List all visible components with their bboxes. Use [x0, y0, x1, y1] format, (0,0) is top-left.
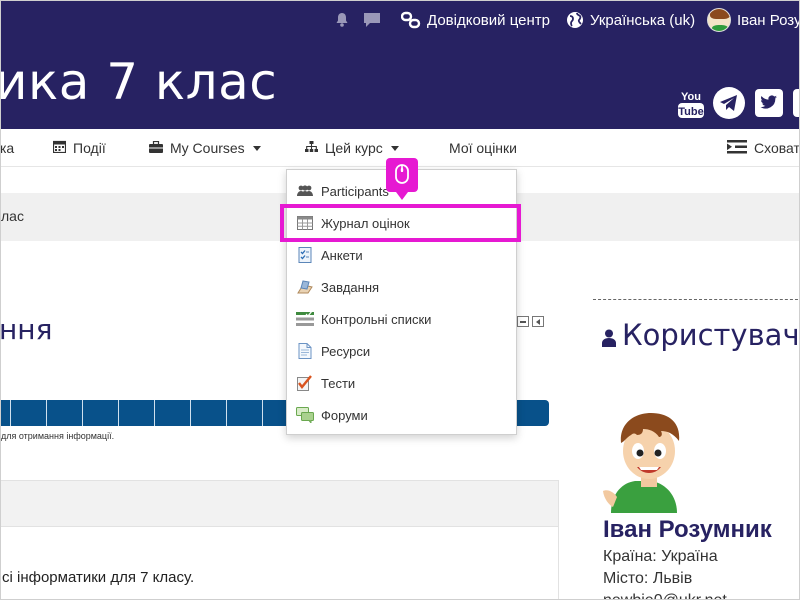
calendar-icon: [52, 140, 73, 156]
link-icon: [401, 11, 421, 29]
indent-icon: [727, 139, 754, 157]
nav-item-hide-blocks[interactable]: Сховат: [727, 129, 800, 167]
menu-item-label: Завдання: [321, 279, 380, 295]
nav-item-my-grades[interactable]: Мої оцінки: [449, 129, 517, 167]
survey-icon: [296, 247, 314, 263]
user-menu[interactable]: Іван Розу: [707, 1, 800, 39]
language-menu[interactable]: Українська (uk): [566, 1, 695, 39]
nav-item-events[interactable]: Події: [52, 129, 106, 167]
assignment-icon: [296, 279, 314, 295]
page: Довідковий центр Українська (uk) Іван Ро…: [0, 0, 800, 600]
svg-text:You: You: [681, 91, 701, 103]
notifications-button[interactable]: [334, 1, 350, 39]
sidebar-divider: [593, 299, 799, 300]
progress-cell-divider: [46, 400, 47, 426]
user-country: Країна: Україна: [603, 548, 718, 565]
progress-cell-divider: [226, 400, 227, 426]
menu-item-resources[interactable]: Ресурси: [287, 335, 516, 367]
panel-header: [1, 481, 558, 527]
chevron-down-icon: [390, 145, 399, 151]
collapse-block-button[interactable]: [517, 316, 529, 327]
progress-cell-divider: [118, 400, 119, 426]
mouse-click-indicator: [386, 158, 418, 200]
language-label: Українська (uk): [590, 11, 696, 29]
user-name: Іван Розу: [737, 11, 800, 29]
progress-cell-divider: [82, 400, 83, 426]
menu-item-checklists[interactable]: Контрольні списки: [287, 303, 516, 335]
user-block-title: Користувач: [602, 313, 800, 357]
sitemap-icon: [305, 140, 325, 156]
help-center-label: Довідковий центр: [427, 11, 550, 29]
checklist-icon: [296, 311, 314, 327]
quiz-icon: [296, 375, 314, 391]
site-header: ика 7 клас You Tube: [0, 39, 799, 129]
user-city: Місто: Львів: [603, 570, 693, 587]
users-icon: [296, 183, 314, 199]
menu-item-label: Анкети: [321, 247, 363, 263]
user-avatar: [603, 411, 699, 513]
menu-item-surveys[interactable]: Анкети: [287, 239, 516, 271]
twitter-icon: [755, 88, 783, 122]
messages-button[interactable]: [363, 1, 381, 39]
nav-item-this-course[interactable]: Цей курс: [305, 129, 399, 167]
facebook-icon: [793, 88, 799, 122]
nav-item-label: Сховат: [754, 140, 800, 156]
chat-icon: [363, 12, 381, 28]
resource-icon: [296, 343, 314, 359]
click-highlight: [280, 204, 521, 242]
course-description: сі інформатики для 7 класу.: [2, 569, 195, 586]
user-email: newbie0@ukr.net: [603, 592, 727, 599]
avatar: [707, 8, 731, 32]
nav-item-label: Мої оцінки: [449, 140, 517, 156]
progress-cell-divider: [190, 400, 191, 426]
briefcase-icon: [149, 140, 170, 156]
user-icon: [602, 329, 616, 347]
menu-item-label: Ресурси: [321, 343, 371, 359]
progress-cell-divider: [10, 400, 11, 426]
globe-icon: [566, 11, 584, 29]
chevron-down-icon: [252, 145, 261, 151]
dock-block-button[interactable]: [532, 316, 544, 327]
telegram-icon: [713, 86, 745, 124]
course-panel: сі інформатики для 7 класу.: [1, 480, 559, 599]
nav-item-my-courses[interactable]: My Courses: [149, 129, 261, 167]
nav-item-label: Події: [73, 140, 106, 156]
progress-cell-divider: [262, 400, 263, 426]
telegram-link[interactable]: [713, 86, 745, 124]
nav-item-label: ка: [0, 140, 15, 156]
user-block-title-text: Користувач: [622, 318, 800, 352]
help-center-link[interactable]: Довідковий центр: [401, 1, 550, 39]
twitter-link[interactable]: [753, 88, 785, 122]
svg-text:Tube: Tube: [678, 106, 703, 118]
menu-item-forums[interactable]: Форуми: [287, 399, 516, 431]
progress-cell-divider: [154, 400, 155, 426]
progress-note: для отримання інформації.: [1, 431, 115, 441]
facebook-link[interactable]: [791, 88, 799, 122]
forum-icon: [296, 407, 314, 423]
user-full-name: Іван Розумник: [603, 516, 772, 543]
section-heading: ння: [0, 313, 53, 346]
menu-item-label: Participants: [321, 183, 389, 199]
menu-item-label: Тести: [321, 375, 356, 391]
nav-item-label: My Courses: [170, 140, 245, 156]
breadcrumb-item[interactable]: лас: [1, 208, 24, 224]
site-title: ика 7 клас: [0, 53, 278, 111]
youtube-icon: You Tube: [677, 87, 705, 124]
menu-item-assignments[interactable]: Завдання: [287, 271, 516, 303]
top-bar: Довідковий центр Українська (uk) Іван Ро…: [1, 1, 800, 39]
nav-item-label: Цей курс: [325, 140, 383, 156]
bell-icon: [334, 12, 350, 28]
youtube-link[interactable]: You Tube: [675, 89, 707, 121]
nav-item-course-home[interactable]: ка: [0, 129, 15, 167]
menu-item-label: Форуми: [321, 407, 368, 423]
mouse-icon: [395, 164, 409, 189]
menu-item-label: Контрольні списки: [321, 311, 432, 327]
menu-item-quizzes[interactable]: Тести: [287, 367, 516, 399]
